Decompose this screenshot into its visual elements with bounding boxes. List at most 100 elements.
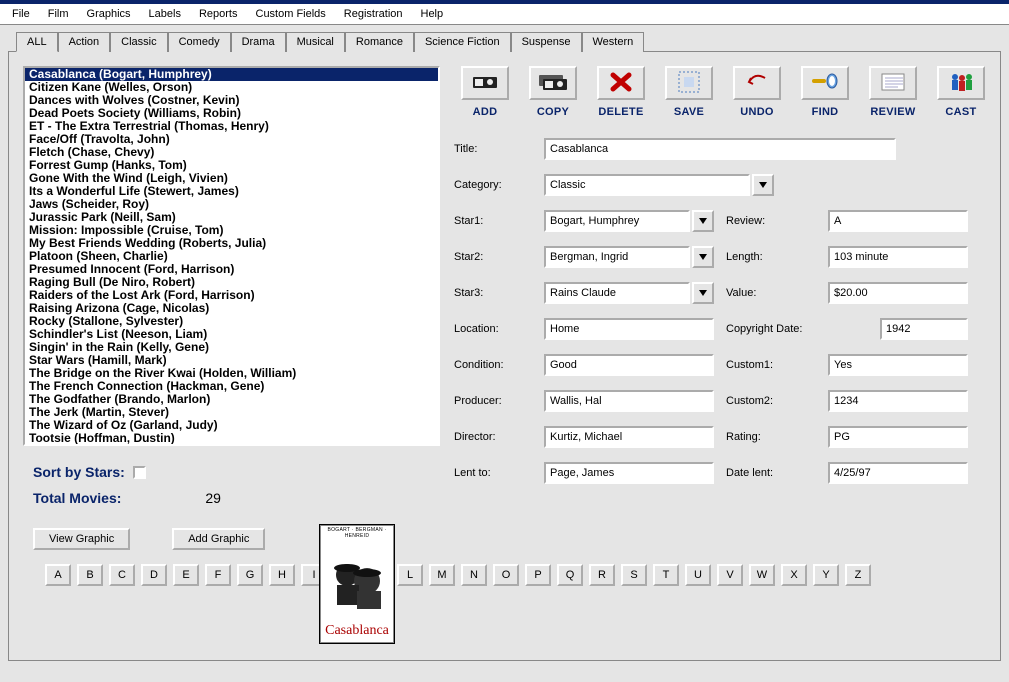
total-movies-label: Total Movies:	[33, 490, 121, 506]
review-input[interactable]	[828, 210, 968, 232]
copy-label: COPY	[537, 106, 569, 118]
tab-musical[interactable]: Musical	[286, 32, 345, 52]
cast-button[interactable]	[937, 66, 985, 100]
menu-help[interactable]: Help	[413, 6, 452, 22]
alpha-u-button[interactable]: U	[685, 564, 711, 586]
condition-label: Condition:	[454, 359, 532, 371]
add-graphic-button[interactable]: Add Graphic	[172, 528, 265, 550]
star3-input[interactable]	[544, 282, 690, 304]
star2-input[interactable]	[544, 246, 690, 268]
alpha-f-button[interactable]: F	[205, 564, 231, 586]
menu-registration[interactable]: Registration	[336, 6, 411, 22]
tab-action[interactable]: Action	[58, 32, 111, 52]
tab-science-fiction[interactable]: Science Fiction	[414, 32, 511, 52]
alpha-a-button[interactable]: A	[45, 564, 71, 586]
category-input[interactable]	[544, 174, 750, 196]
alpha-t-button[interactable]: T	[653, 564, 679, 586]
tab-western[interactable]: Western	[582, 32, 645, 52]
alpha-s-button[interactable]: S	[621, 564, 647, 586]
menu-bar: FileFilmGraphicsLabelsReportsCustom Fiel…	[0, 4, 1009, 25]
star3-dropdown-button[interactable]	[692, 282, 714, 304]
find-button[interactable]	[801, 66, 849, 100]
alpha-p-button[interactable]: P	[525, 564, 551, 586]
alpha-e-button[interactable]: E	[173, 564, 199, 586]
datelent-input[interactable]	[828, 462, 968, 484]
sort-by-stars-checkbox[interactable]	[133, 466, 146, 479]
delete-icon	[609, 71, 633, 96]
star1-input[interactable]	[544, 210, 690, 232]
menu-reports[interactable]: Reports	[191, 6, 246, 22]
length-label: Length:	[726, 251, 816, 263]
review-label: REVIEW	[870, 106, 915, 118]
alpha-d-button[interactable]: D	[141, 564, 167, 586]
save-button[interactable]	[665, 66, 713, 100]
alpha-q-button[interactable]: Q	[557, 564, 583, 586]
movie-list-item[interactable]: Tootsie (Hoffman, Dustin)	[25, 432, 438, 445]
copy-icon	[539, 72, 567, 95]
custom2-label: Custom2:	[726, 395, 816, 407]
star1-label: Star1:	[454, 215, 532, 227]
copy-button[interactable]	[529, 66, 577, 100]
custom2-input[interactable]	[828, 390, 968, 412]
category-dropdown-button[interactable]	[752, 174, 774, 196]
alpha-m-button[interactable]: M	[429, 564, 455, 586]
alpha-x-button[interactable]: X	[781, 564, 807, 586]
view-graphic-button[interactable]: View Graphic	[33, 528, 130, 550]
alpha-b-button[interactable]: B	[77, 564, 103, 586]
copyright-input[interactable]	[880, 318, 968, 340]
value-input[interactable]	[828, 282, 968, 304]
tab-classic[interactable]: Classic	[110, 32, 167, 52]
condition-input[interactable]	[544, 354, 714, 376]
copy-tool: COPY	[528, 66, 578, 118]
delete-button[interactable]	[597, 66, 645, 100]
tab-drama[interactable]: Drama	[231, 32, 286, 52]
star2-dropdown-button[interactable]	[692, 246, 714, 268]
alpha-h-button[interactable]: H	[269, 564, 295, 586]
title-input[interactable]	[544, 138, 896, 160]
datelent-label: Date lent:	[726, 467, 816, 479]
movie-list[interactable]: Casablanca (Bogart, Humphrey)Citizen Kan…	[23, 66, 440, 446]
tab-suspense[interactable]: Suspense	[511, 32, 582, 52]
length-input[interactable]	[828, 246, 968, 268]
review-button[interactable]	[869, 66, 917, 100]
alpha-v-button[interactable]: V	[717, 564, 743, 586]
rating-input[interactable]	[828, 426, 968, 448]
alpha-o-button[interactable]: O	[493, 564, 519, 586]
tab-romance[interactable]: Romance	[345, 32, 414, 52]
lentto-input[interactable]	[544, 462, 714, 484]
add-icon	[471, 72, 499, 95]
add-button[interactable]	[461, 66, 509, 100]
menu-film[interactable]: Film	[40, 6, 77, 22]
alpha-z-button[interactable]: Z	[845, 564, 871, 586]
undo-icon	[745, 74, 769, 93]
alpha-c-button[interactable]: C	[109, 564, 135, 586]
menu-file[interactable]: File	[4, 6, 38, 22]
menu-custom-fields[interactable]: Custom Fields	[248, 6, 334, 22]
undo-button[interactable]	[733, 66, 781, 100]
alpha-n-button[interactable]: N	[461, 564, 487, 586]
workspace: ALLActionClassicComedyDramaMusicalRomanc…	[0, 25, 1009, 669]
custom1-input[interactable]	[828, 354, 968, 376]
value-label: Value:	[726, 287, 816, 299]
alpha-g-button[interactable]: G	[237, 564, 263, 586]
producer-input[interactable]	[544, 390, 714, 412]
star1-dropdown-button[interactable]	[692, 210, 714, 232]
director-input[interactable]	[544, 426, 714, 448]
location-label: Location:	[454, 323, 532, 335]
add-label: ADD	[473, 106, 498, 118]
location-input[interactable]	[544, 318, 714, 340]
custom1-label: Custom1:	[726, 359, 816, 371]
review-label: Review:	[726, 215, 816, 227]
alpha-w-button[interactable]: W	[749, 564, 775, 586]
tab-comedy[interactable]: Comedy	[168, 32, 231, 52]
menu-labels[interactable]: Labels	[141, 6, 189, 22]
lentto-label: Lent to:	[454, 467, 532, 479]
alpha-y-button[interactable]: Y	[813, 564, 839, 586]
cast-icon	[948, 71, 974, 96]
menu-graphics[interactable]: Graphics	[79, 6, 139, 22]
review-icon	[880, 72, 906, 95]
alpha-l-button[interactable]: L	[397, 564, 423, 586]
tab-all[interactable]: ALL	[16, 32, 58, 52]
alpha-r-button[interactable]: R	[589, 564, 615, 586]
poster-title: Casablanca	[325, 623, 389, 639]
